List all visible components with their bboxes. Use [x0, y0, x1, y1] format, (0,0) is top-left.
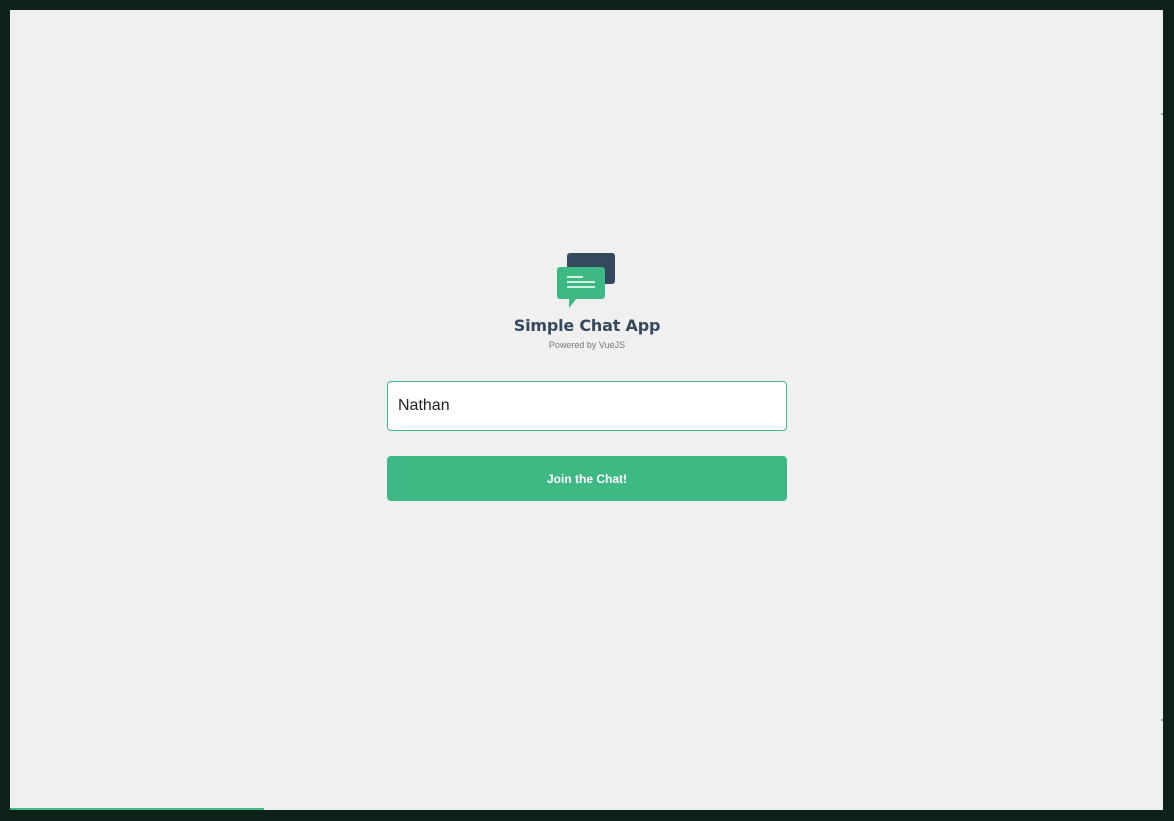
scrollbar-marker-bottom [1161, 719, 1163, 721]
loading-progress-bar [10, 808, 264, 810]
login-panel: Simple Chat App Powered by VueJS Join th… [387, 253, 787, 501]
app-title: Simple Chat App [513, 316, 661, 335]
name-input[interactable] [387, 381, 787, 431]
app-subtitle: Powered by VueJS [548, 340, 626, 350]
chat-bubbles-icon [557, 253, 615, 308]
join-chat-button[interactable]: Join the Chat! [387, 456, 787, 501]
app-window: Simple Chat App Powered by VueJS Join th… [10, 10, 1163, 810]
scrollbar-marker-top [1161, 113, 1163, 115]
